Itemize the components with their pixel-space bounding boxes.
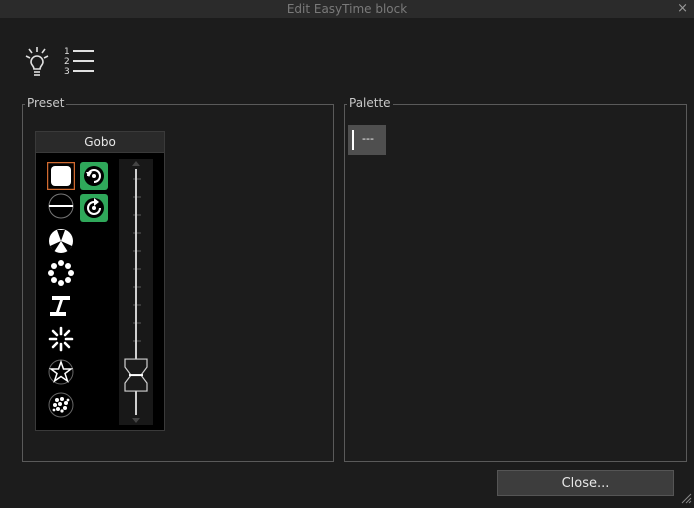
close-button[interactable]: Close...	[497, 470, 674, 496]
gobo-fader[interactable]	[119, 159, 153, 425]
lightbulb-icon[interactable]	[22, 44, 52, 80]
gobo-dot-ring-icon[interactable]	[47, 259, 75, 287]
window-title: Edit EasyTime block	[286, 2, 408, 16]
svg-text:2: 2	[64, 57, 70, 67]
fader-knob	[124, 358, 148, 392]
gobo-line-icon[interactable]	[47, 192, 75, 220]
gobo-star-icon[interactable]	[47, 358, 75, 386]
gobo-panel-title: Gobo	[36, 132, 164, 153]
gobo-rotate-ccw-icon[interactable]	[80, 194, 108, 222]
svg-text:1: 1	[64, 47, 70, 57]
gobo-dots-cluster-icon[interactable]	[47, 391, 75, 419]
palette-group: Palette	[344, 96, 687, 462]
numbered-list-icon[interactable]: 123	[62, 44, 94, 80]
window-close-button[interactable]: ×	[677, 1, 688, 16]
gobo-panel: Gobo	[35, 131, 165, 431]
palette-legend: Palette	[347, 96, 393, 110]
fader-down-arrow	[132, 418, 140, 423]
palette-item-marker	[352, 130, 354, 150]
preset-legend: Preset	[25, 96, 67, 110]
gobo-i-beam-icon[interactable]	[47, 292, 75, 320]
gobo-burst-icon[interactable]	[47, 325, 75, 353]
gobo-rotate-cw-icon[interactable]	[80, 162, 108, 190]
svg-text:3: 3	[64, 67, 70, 77]
gobo-open-icon[interactable]	[47, 162, 75, 190]
resize-grip-icon[interactable]	[680, 489, 692, 504]
palette-item-button[interactable]: ---	[348, 125, 386, 155]
fader-up-arrow	[132, 161, 140, 166]
gobo-fan-icon[interactable]	[47, 227, 75, 255]
title-bar: Edit EasyTime block ×	[0, 0, 694, 40]
palette-item-label: ---	[362, 132, 374, 145]
